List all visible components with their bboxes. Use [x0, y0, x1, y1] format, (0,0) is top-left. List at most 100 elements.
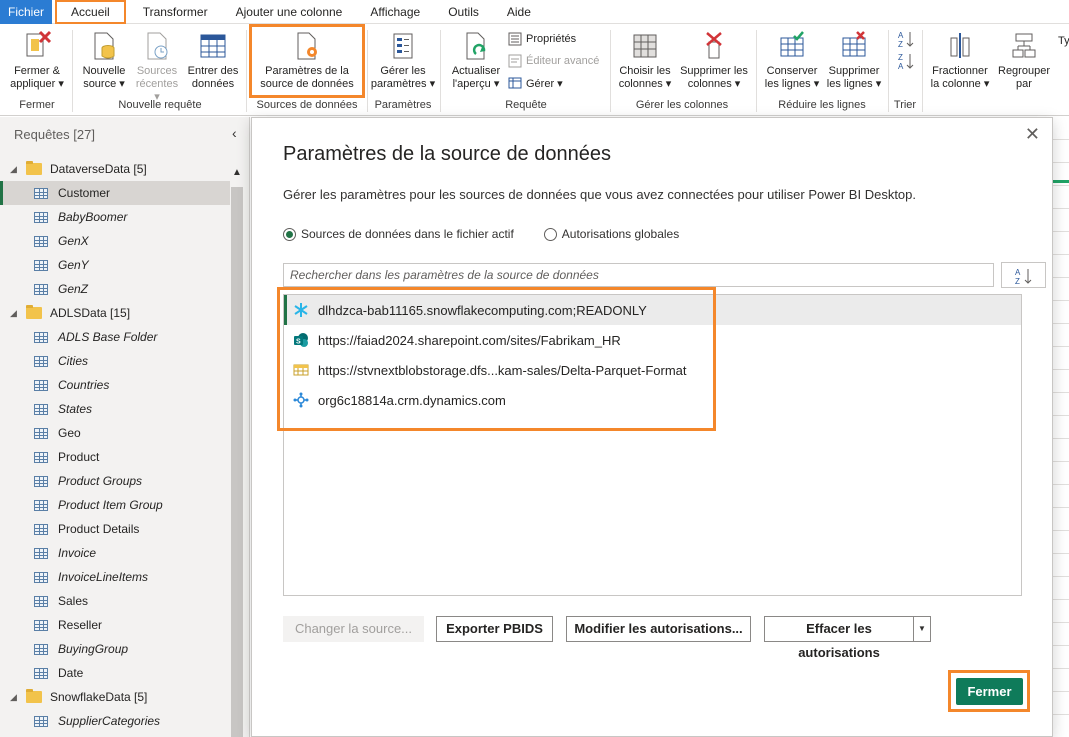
- query-group[interactable]: ◢ DataverseData [5]: [0, 157, 230, 181]
- keep-rows-button[interactable]: Conserver les lignes ▾: [760, 30, 824, 91]
- query-item[interactable]: InvoiceLineItems: [0, 565, 230, 589]
- keep-rows-label-2: les lignes ▾: [764, 78, 820, 90]
- group-separator: [922, 30, 923, 112]
- group-by-button[interactable]: Regrouper par: [994, 30, 1054, 91]
- tab-ajouter-colonne[interactable]: Ajouter une colonne: [222, 0, 357, 24]
- tab-transformer[interactable]: Transformer: [129, 0, 222, 24]
- query-item[interactable]: Product Details: [0, 517, 230, 541]
- new-source-button[interactable]: Nouvelle source ▾: [78, 30, 130, 91]
- data-type-button[interactable]: Ty: [1058, 32, 1069, 50]
- data-source-settings-label-2: source de données: [260, 78, 354, 90]
- scroll-thumb[interactable]: [231, 187, 243, 737]
- query-item[interactable]: Cities: [0, 349, 230, 373]
- manage-button[interactable]: Gérer ▾: [508, 74, 563, 92]
- expand-caret-icon[interactable]: ◢: [10, 308, 22, 319]
- group-separator: [246, 30, 247, 112]
- query-item[interactable]: Invoice: [0, 541, 230, 565]
- properties-button[interactable]: Propriétés: [508, 30, 576, 48]
- clear-permissions-dropdown[interactable]: ▼: [913, 616, 931, 642]
- query-item[interactable]: GenX: [0, 229, 230, 253]
- menu-bar: Fichier Accueil Transformer Ajouter une …: [0, 0, 1069, 24]
- close-apply-icon: [26, 30, 52, 57]
- query-item[interactable]: GenY: [0, 253, 230, 277]
- query-item[interactable]: GenZ: [0, 277, 230, 301]
- new-source-label-2: source ▾: [83, 78, 125, 90]
- query-group[interactable]: ◢ SnowflakeData [5]: [0, 685, 230, 709]
- query-item[interactable]: Product: [0, 445, 230, 469]
- query-item[interactable]: Customer: [0, 181, 230, 205]
- query-item[interactable]: Product Groups: [0, 469, 230, 493]
- query-item[interactable]: Countries: [0, 373, 230, 397]
- query-item[interactable]: SupplierCategories: [0, 709, 230, 733]
- manage-parameters-button[interactable]: Gérer les paramètres ▾: [370, 30, 436, 91]
- table-icon: [34, 619, 48, 631]
- group-label-trier: Trier: [893, 99, 917, 111]
- table-icon: [34, 211, 48, 223]
- enter-data-label-1: Entrer des: [187, 65, 239, 77]
- scroll-up-icon[interactable]: ▲: [231, 167, 243, 183]
- choose-columns-button[interactable]: Choisir les colonnes ▾: [614, 30, 676, 91]
- split-column-button[interactable]: Fractionner la colonne ▾: [928, 30, 992, 91]
- queries-scrollbar[interactable]: ▲: [230, 167, 244, 737]
- properties-label: Propriétés: [526, 33, 577, 45]
- remove-columns-button[interactable]: Supprimer les colonnes ▾: [678, 30, 750, 91]
- group-label-requete: Requête: [505, 99, 547, 111]
- folder-icon: [26, 161, 42, 175]
- dialog-close-icon[interactable]: ✕: [1025, 124, 1040, 145]
- tab-affichage[interactable]: Affichage: [356, 0, 434, 24]
- query-item[interactable]: Reseller: [0, 613, 230, 637]
- query-item-label: Cities: [58, 354, 89, 368]
- source-list-highlight: [277, 287, 716, 431]
- sort-ascending-button[interactable]: AZ: [898, 30, 914, 48]
- menu-file[interactable]: Fichier: [0, 0, 53, 24]
- query-item[interactable]: Geo: [0, 421, 230, 445]
- expand-caret-icon[interactable]: ◢: [10, 164, 22, 175]
- radio-global-permissions[interactable]: [543, 227, 557, 241]
- scope-radio-group: Sources de données dans le fichier actif…: [283, 227, 679, 241]
- sort-button[interactable]: A Z: [1001, 262, 1046, 288]
- tab-outils[interactable]: Outils: [434, 0, 493, 24]
- new-source-icon: [94, 32, 115, 60]
- query-item-label: Product Item Group: [58, 498, 163, 512]
- tab-aide[interactable]: Aide: [493, 0, 545, 24]
- close-apply-button[interactable]: Fermer & appliquer ▾: [6, 30, 68, 91]
- query-item-label: Geo: [58, 426, 81, 440]
- query-item-label: GenX: [58, 234, 89, 248]
- export-pbids-button[interactable]: Exporter PBIDS: [436, 616, 553, 642]
- recent-sources-button[interactable]: Sources récentes ▾: [132, 30, 182, 104]
- manage-label: Gérer ▾: [526, 77, 563, 90]
- query-item[interactable]: ADLS Base Folder: [0, 325, 230, 349]
- query-item[interactable]: BabyBoomer: [0, 205, 230, 229]
- search-input[interactable]: Rechercher dans les paramètres de la sou…: [283, 263, 994, 287]
- table-icon: [34, 475, 48, 487]
- table-icon: [34, 643, 48, 655]
- edit-permissions-button[interactable]: Modifier les autorisations...: [566, 616, 751, 642]
- query-item[interactable]: Product Item Group: [0, 493, 230, 517]
- data-type-label: Ty: [1058, 35, 1069, 47]
- query-item[interactable]: BuyingGroup: [0, 637, 230, 661]
- sort-descending-button[interactable]: ZA: [898, 52, 914, 70]
- table-icon: [34, 451, 48, 463]
- query-item[interactable]: Sales: [0, 589, 230, 613]
- table-icon: [34, 667, 48, 679]
- query-item-label: BuyingGroup: [58, 642, 129, 656]
- query-item[interactable]: States: [0, 397, 230, 421]
- query-group[interactable]: ◢ ADLSData [15]: [0, 301, 230, 325]
- query-item-label: Customer: [58, 186, 111, 200]
- data-source-settings-button[interactable]: Paramètres de la source de données: [252, 30, 362, 91]
- change-source-button[interactable]: Changer la source...: [283, 616, 424, 642]
- collapse-panel-icon[interactable]: ‹: [232, 125, 237, 141]
- remove-rows-button[interactable]: Supprimer les lignes ▾: [824, 30, 884, 91]
- table-icon: [34, 403, 48, 415]
- expand-caret-icon[interactable]: ◢: [10, 692, 22, 703]
- advanced-editor-button[interactable]: Éditeur avancé: [508, 52, 599, 70]
- refresh-preview-button[interactable]: Actualiser l'aperçu ▾: [446, 30, 506, 91]
- tab-accueil[interactable]: Accueil: [55, 0, 126, 24]
- close-button[interactable]: Fermer: [956, 678, 1023, 705]
- enter-data-button[interactable]: Entrer des données: [184, 30, 242, 91]
- query-item[interactable]: Date: [0, 661, 230, 685]
- choose-columns-icon: [633, 34, 657, 58]
- radio-current-file[interactable]: [283, 227, 296, 241]
- clear-permissions-button[interactable]: Effacer les autorisations: [764, 616, 914, 660]
- query-item-label: Product Groups: [58, 474, 143, 488]
